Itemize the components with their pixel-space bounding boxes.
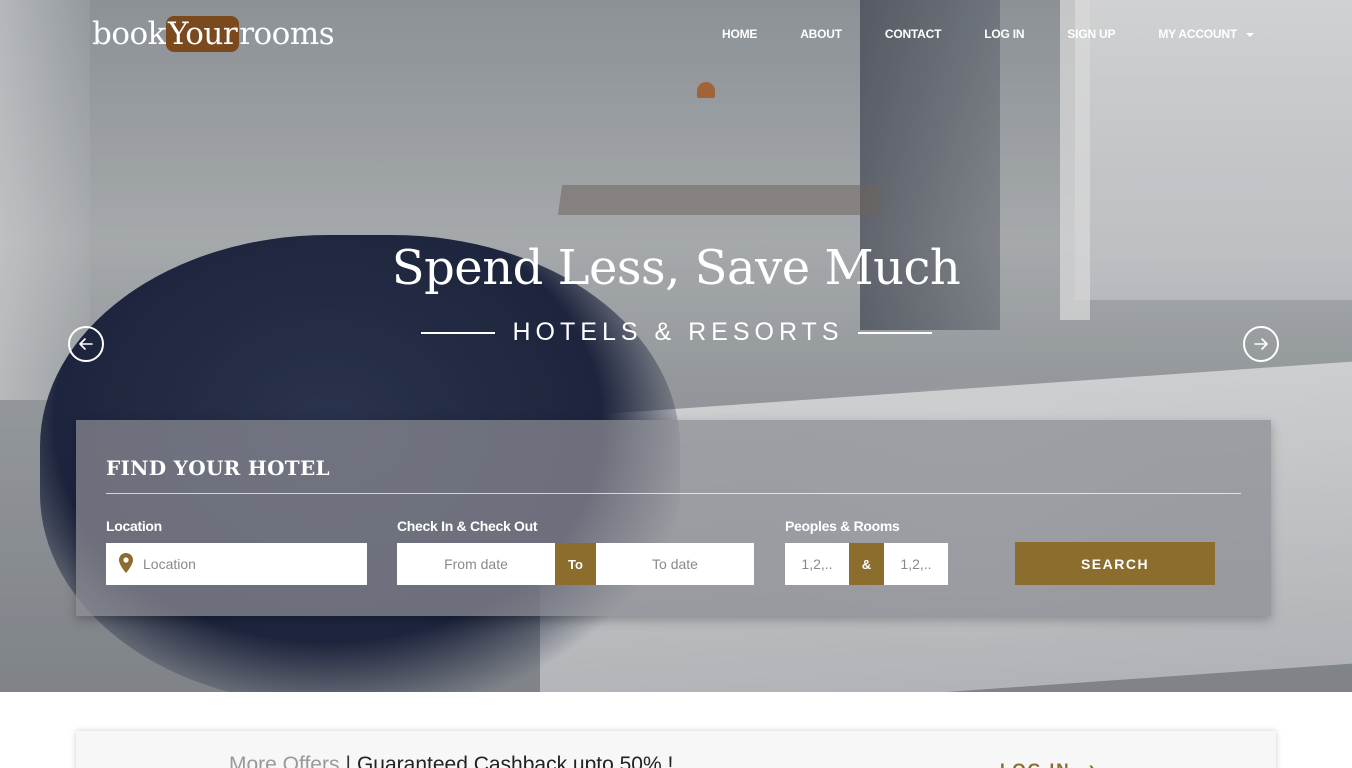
search-panel-title: FIND YOUR HOTEL	[106, 456, 330, 480]
nav-home[interactable]: HOME	[722, 27, 757, 41]
nav-my-account[interactable]: MY ACCOUNT	[1158, 27, 1254, 41]
date-to-separator: To	[555, 543, 596, 585]
hero-subline-text: HOTELS & RESORTS	[512, 318, 844, 346]
location-input[interactable]: Location	[106, 543, 367, 585]
offers-login-button[interactable]: LOG IN ›	[1000, 758, 1097, 768]
dates-label: Check In & Check Out	[397, 518, 538, 534]
arrow-left-circle-icon	[79, 338, 93, 350]
arrow-right-circle-icon	[1254, 338, 1268, 350]
subline-rule-right	[857, 331, 932, 334]
rooms-input[interactable]: 1,2,..	[884, 543, 948, 585]
offers-text: More Offers | Guaranteed Cashback upto 50%…	[229, 753, 673, 768]
offers-more-link[interactable]: More Offers	[229, 753, 339, 768]
search-panel-divider	[106, 493, 1241, 494]
offers-banner: More Offers | Guaranteed Cashback upto 50%…	[76, 731, 1276, 768]
offers-login-label: LOG IN	[1000, 760, 1071, 768]
from-date-input[interactable]: From date	[397, 543, 555, 585]
nav-contact[interactable]: CONTACT	[885, 27, 942, 41]
hotel-search-panel: FIND YOUR HOTEL Location Location Check …	[76, 420, 1271, 616]
offers-cashback-text: Guaranteed Cashback upto 50% !	[356, 753, 674, 768]
site-logo[interactable]: book Your rooms	[92, 12, 335, 56]
main-nav: HOME ABOUT CONTACT LOG IN SIGN UP MY ACC…	[722, 24, 1254, 44]
logo-text-part2: rooms	[239, 16, 335, 52]
offers-separator: |	[345, 753, 351, 768]
caret-down-icon	[1246, 33, 1254, 37]
logo-text-highlight: Your	[165, 16, 240, 52]
carousel-prev-button[interactable]	[68, 326, 104, 362]
subline-rule-left	[420, 331, 495, 334]
location-placeholder: Location	[143, 556, 196, 572]
carousel-next-button[interactable]	[1243, 326, 1279, 362]
location-label: Location	[106, 518, 162, 534]
chevron-right-icon: ›	[1089, 758, 1098, 768]
search-button[interactable]: SEARCH	[1015, 542, 1215, 585]
hero-subline: HOTELS & RESORTS	[0, 318, 1352, 347]
nav-about[interactable]: ABOUT	[800, 27, 842, 41]
people-input[interactable]: 1,2,..	[785, 543, 849, 585]
to-date-input[interactable]: To date	[596, 543, 754, 585]
nav-login[interactable]: LOG IN	[984, 27, 1024, 41]
hero-headline: Spend Less, Save Much	[391, 240, 961, 296]
nav-signup[interactable]: SIGN UP	[1067, 27, 1115, 41]
hero-banner: book Your rooms HOME ABOUT CONTACT LOG IN …	[0, 0, 1352, 692]
nav-my-account-label: MY ACCOUNT	[1158, 27, 1237, 41]
logo-text-part1: book	[92, 16, 166, 52]
people-rooms-separator: &	[849, 543, 884, 585]
people-rooms-label: Peoples & Rooms	[785, 518, 900, 534]
map-pin-icon	[119, 553, 133, 573]
